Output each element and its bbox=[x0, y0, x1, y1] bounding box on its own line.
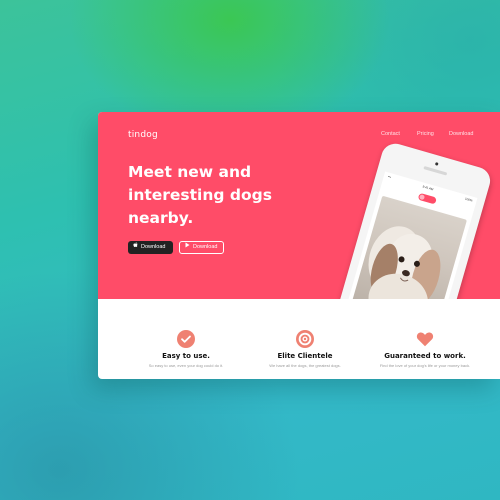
feature-elite-clientele: Elite Clientele We have all the dogs, th… bbox=[245, 330, 365, 368]
mode-toggle[interactable] bbox=[417, 192, 438, 205]
carrier-signal: ••• bbox=[387, 174, 392, 180]
feature-text: So easy to use, even your dog could do i… bbox=[148, 363, 224, 368]
feature-title: Easy to use. bbox=[162, 352, 210, 360]
nav-link-pricing[interactable]: Pricing bbox=[417, 131, 434, 137]
hero-headline: Meet new and interesting dogs nearby. bbox=[128, 163, 272, 227]
play-download-label: Download bbox=[193, 244, 218, 250]
feature-text: We have all the dogs, the greatest dogs. bbox=[269, 363, 341, 368]
brand-logo[interactable]: tindog bbox=[128, 130, 158, 140]
feature-text: Find the love of your dog's life or your… bbox=[379, 363, 471, 368]
apple-download-button[interactable]: Download bbox=[128, 241, 173, 254]
nav-link-download[interactable]: Download bbox=[449, 131, 473, 137]
bullseye-icon bbox=[296, 330, 314, 348]
nav-link-contact[interactable]: Contact bbox=[381, 131, 400, 137]
phone-speaker bbox=[423, 166, 448, 176]
phone-screen: ••• 9:41 AM 100% bbox=[343, 171, 478, 299]
hero-section: tindog Contact Pricing Download Meet new… bbox=[98, 112, 500, 299]
check-circle-icon bbox=[177, 330, 195, 348]
play-download-button[interactable]: Download bbox=[179, 241, 224, 254]
phone-mockup: ••• 9:41 AM 100% bbox=[330, 140, 494, 299]
website-mockup-card: tindog Contact Pricing Download Meet new… bbox=[98, 112, 500, 379]
feature-easy-to-use: Easy to use. So easy to use, even your d… bbox=[126, 330, 246, 368]
apple-download-label: Download bbox=[141, 244, 166, 250]
play-icon bbox=[185, 241, 190, 254]
phone-camera bbox=[434, 162, 439, 166]
apple-icon bbox=[133, 241, 138, 254]
heart-icon bbox=[416, 330, 434, 348]
feature-guaranteed: Guaranteed to work. Find the love of you… bbox=[365, 330, 485, 368]
feature-title: Guaranteed to work. bbox=[384, 352, 466, 360]
feature-title: Elite Clientele bbox=[277, 352, 333, 360]
